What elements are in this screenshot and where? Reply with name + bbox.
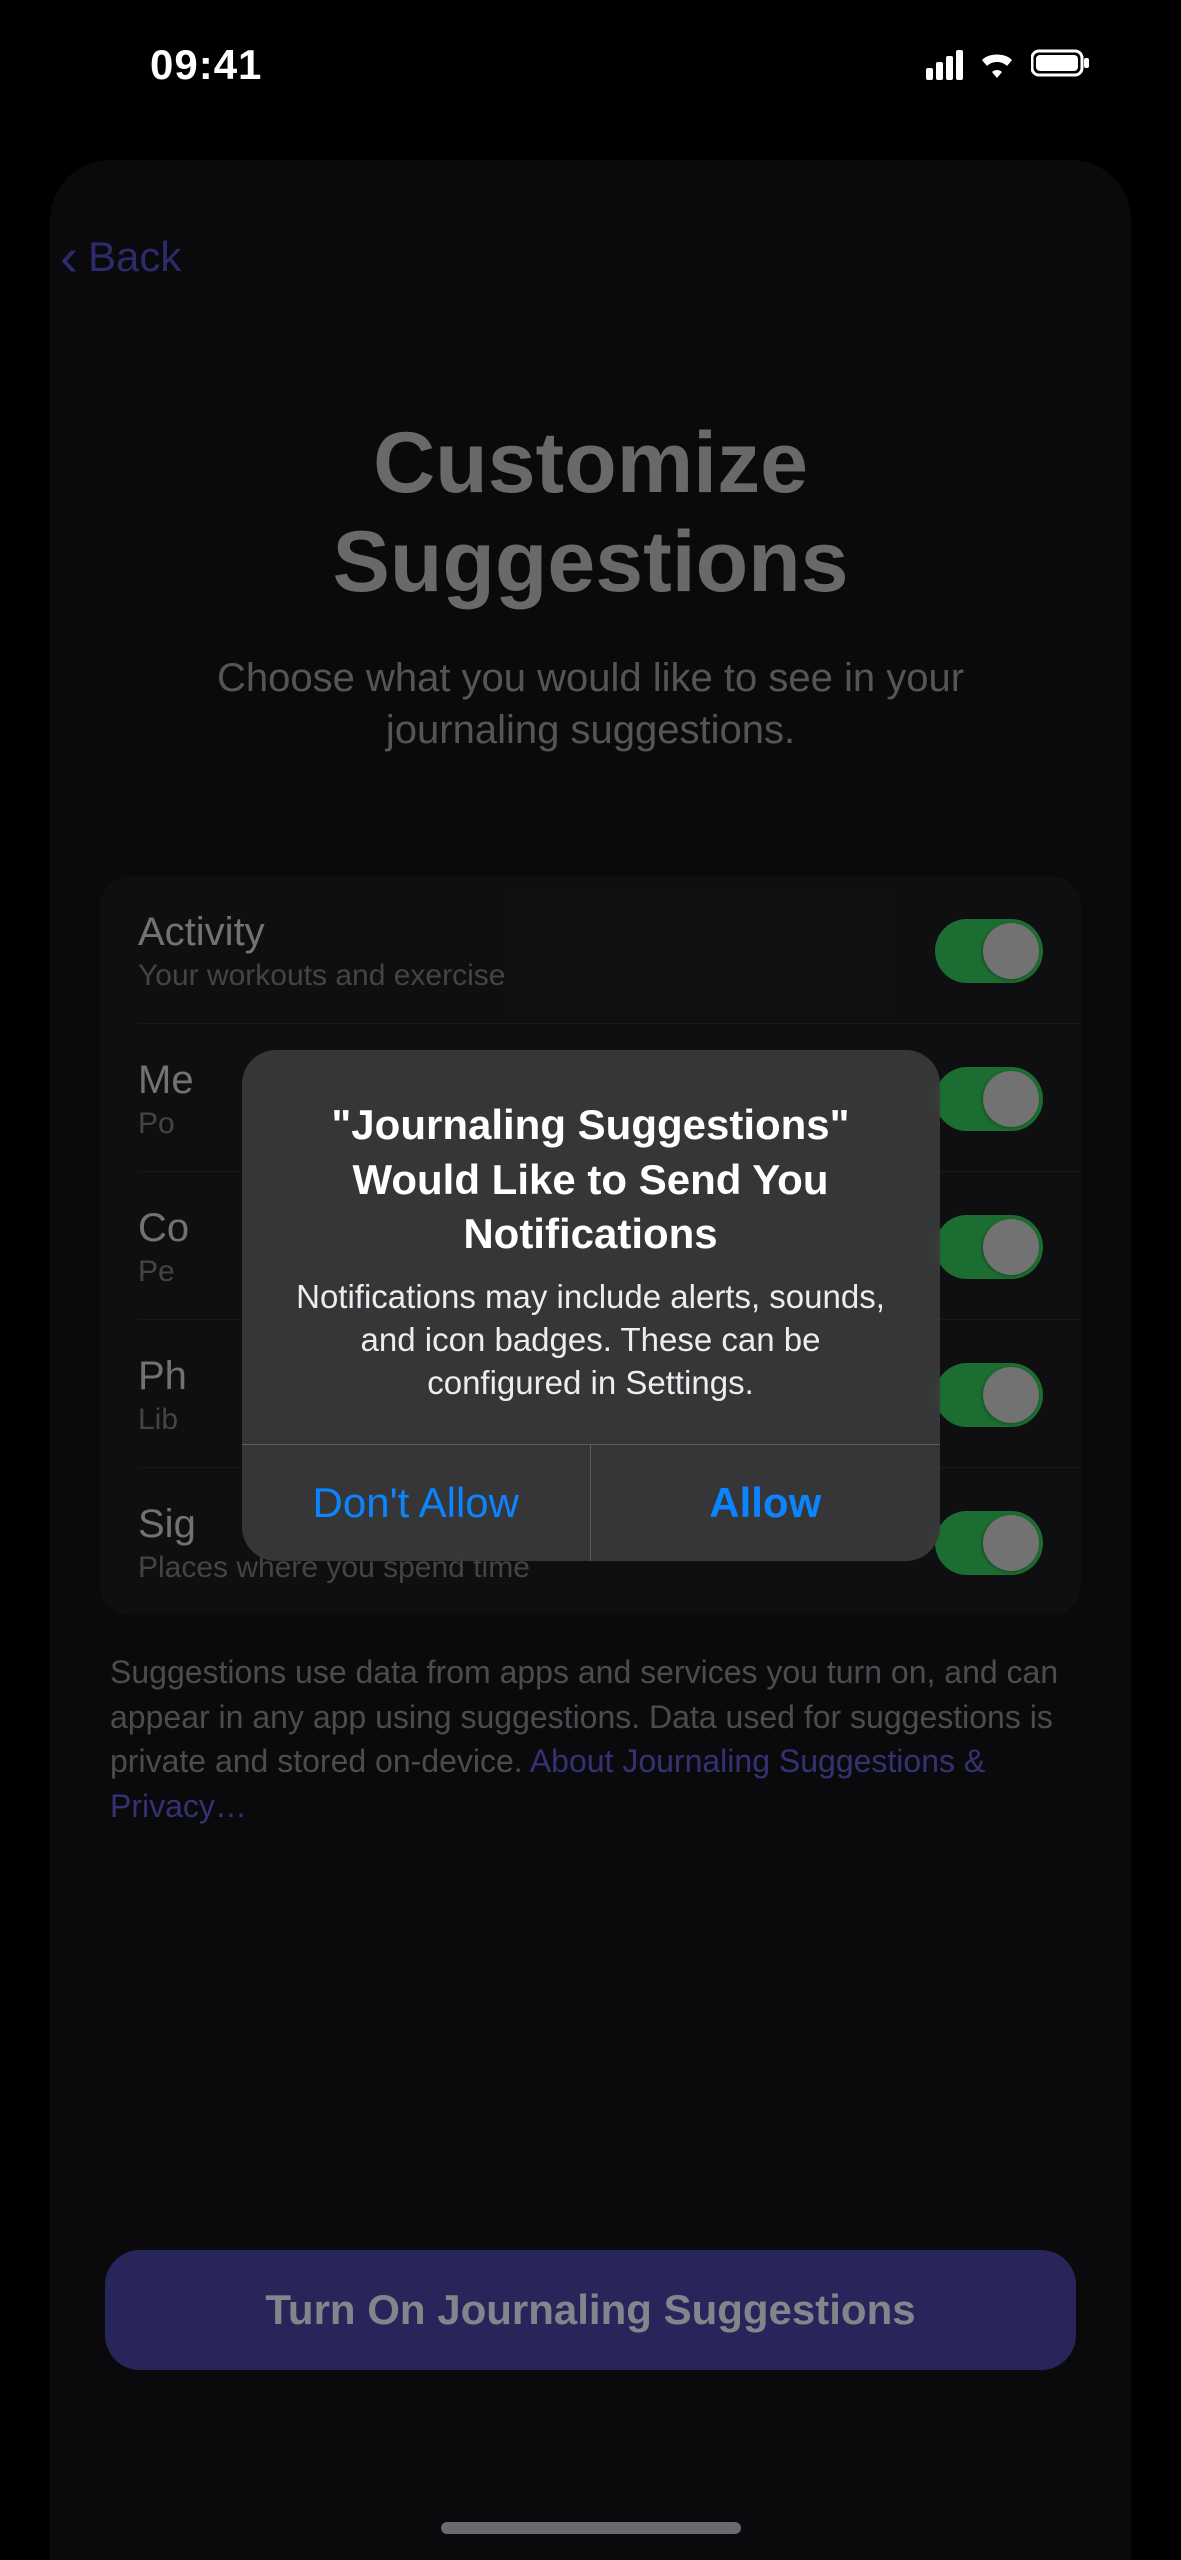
cell-signal-icon <box>926 50 963 80</box>
alert-message: Notifications may include alerts, sounds… <box>282 1276 900 1405</box>
battery-icon <box>1031 49 1091 82</box>
allow-button[interactable]: Allow <box>590 1445 940 1561</box>
status-time: 09:41 <box>150 41 262 89</box>
wifi-icon <box>977 48 1017 83</box>
status-icons <box>926 48 1091 83</box>
home-indicator[interactable] <box>441 2522 741 2534</box>
notification-permission-alert: "Journaling Suggestions" Would Like to S… <box>242 1050 940 1561</box>
status-bar: 09:41 <box>0 0 1181 130</box>
alert-title: "Journaling Suggestions" Would Like to S… <box>282 1098 900 1262</box>
dont-allow-button[interactable]: Don't Allow <box>242 1445 591 1561</box>
